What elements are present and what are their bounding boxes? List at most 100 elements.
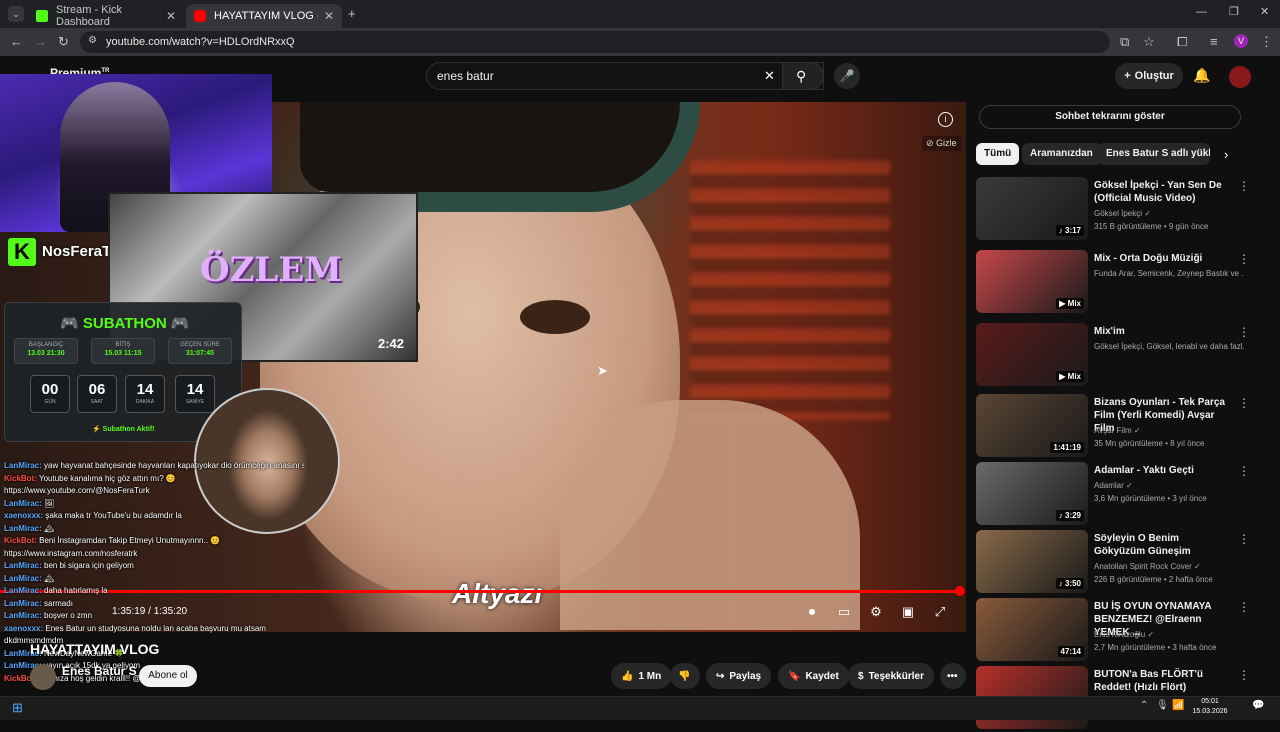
- chat-username: LanMirac:: [4, 598, 42, 608]
- like-button[interactable]: 👍 1 Mn: [611, 663, 672, 689]
- video-thumbnail[interactable]: ♪ 3:29: [976, 462, 1088, 525]
- bookmark-star-icon[interactable]: ☆: [1143, 35, 1155, 48]
- autoplay-toggle-icon[interactable]: ⏺: [802, 604, 822, 620]
- minimize-icon[interactable]: —: [1196, 7, 1207, 18]
- progress-scrubber[interactable]: [955, 586, 965, 596]
- tab-youtube-video[interactable]: HAYATTAYIM VLOG - YouTu ✕: [186, 4, 342, 28]
- window-close-icon[interactable]: ✕: [1260, 7, 1269, 18]
- video-thumbnail[interactable]: ▶ Mix: [976, 250, 1088, 313]
- reload-icon[interactable]: ↻: [58, 35, 69, 48]
- tab-kick-dashboard[interactable]: Stream - Kick Dashboard ✕: [28, 4, 184, 28]
- tab-close-icon[interactable]: ✕: [166, 9, 176, 23]
- share-button[interactable]: ↪ Paylaş: [706, 663, 772, 689]
- chat-message: LanMirac: 🖼: [4, 498, 304, 511]
- recommended-video[interactable]: 47:14 BU İŞ OYUN OYNAMAYA BENZEMEZ! @Elra…: [976, 598, 1256, 664]
- more-options-icon[interactable]: ⋮: [1238, 532, 1250, 546]
- more-options-icon[interactable]: ⋮: [1238, 600, 1250, 614]
- elapsed-box: GEÇEN SÜRE 31:07:45: [168, 338, 232, 364]
- recommended-video[interactable]: ♪ 3:50 Söyleyin O Benim Gökyüzüm Güneşim A…: [976, 530, 1256, 596]
- more-actions-button[interactable]: •••: [940, 663, 966, 689]
- channel-name[interactable]: Enis Kirazoğlu ✓: [1094, 630, 1244, 639]
- chat-message: LanMirac: 🏔: [4, 523, 304, 536]
- video-meta: 226 B görüntüleme • 2 hafta önce: [1094, 575, 1213, 584]
- site-info-icon[interactable]: ⚙: [88, 36, 97, 46]
- dislike-button[interactable]: 👎: [670, 663, 700, 689]
- channel-name[interactable]: Funda Arar, Semicenk, Zeynep Bastık ve .…: [1094, 269, 1244, 278]
- miniplayer-icon[interactable]: ▣: [898, 604, 918, 620]
- voice-search-icon[interactable]: 🎤: [834, 63, 860, 89]
- recommended-video[interactable]: ▶ Mix Mix'im Göksel İpekçi, Göksel, lenabl…: [976, 323, 1256, 389]
- video-title[interactable]: Göksel İpekçi - Yan Sen De (Official Mus…: [1094, 179, 1226, 205]
- video-thumbnail[interactable]: ♪ 3:17: [976, 177, 1088, 240]
- chip-all[interactable]: Tümü: [976, 143, 1020, 165]
- recommended-video[interactable]: 1:41:19 Bizans Oyunları - Tek Parça Film …: [976, 394, 1256, 460]
- wifi-icon[interactable]: 📶: [1172, 701, 1184, 711]
- more-options-icon[interactable]: ⋮: [1238, 325, 1250, 339]
- video-thumbnail[interactable]: ♪ 3:50: [976, 530, 1088, 593]
- settings-gear-icon[interactable]: ⚙: [866, 604, 886, 620]
- video-thumbnail[interactable]: 47:14: [976, 598, 1088, 661]
- address-bar[interactable]: ⚙ youtube.com/watch?v=HDLOrdNRxxQ: [80, 31, 1110, 53]
- chat-message: LanMirac: yaw hayvanat bahçesinde hayvan…: [4, 460, 304, 473]
- subscribe-button[interactable]: Abone ol: [139, 665, 197, 687]
- system-clock[interactable]: 05:01 15.03.2026: [1190, 697, 1230, 717]
- video-thumbnail[interactable]: 1:41:19: [976, 394, 1088, 457]
- chat-message: LanMirac: ben bi sigara için geliyom: [4, 560, 304, 573]
- video-title[interactable]: BUTON'a Bas FLÖRT'ü Reddet! (Hızlı Flört…: [1094, 668, 1226, 694]
- more-options-icon[interactable]: ⋮: [1238, 179, 1250, 193]
- microphone-tray-icon[interactable]: 🎙: [1156, 701, 1169, 711]
- channel-name[interactable]: Göksel İpekçi ✓: [1094, 209, 1244, 218]
- recommended-video[interactable]: ▶ Mix Mix - Orta Doğu Müziği Funda Arar, S…: [976, 250, 1256, 316]
- fullscreen-icon[interactable]: ⤢: [930, 604, 950, 620]
- chip-from-search[interactable]: Aramanızdan: [1022, 143, 1101, 165]
- more-options-icon[interactable]: ⋮: [1238, 464, 1250, 478]
- tray-chevron-icon[interactable]: ⌃: [1140, 701, 1148, 711]
- bookmark-icon: 🔖: [788, 670, 801, 682]
- video-title[interactable]: Mix'im: [1094, 325, 1226, 338]
- create-button[interactable]: + Oluştur: [1115, 63, 1183, 89]
- channel-name[interactable]: Avşar Film ✓: [1094, 426, 1244, 435]
- notifications-bell-icon[interactable]: 🔔: [1193, 68, 1210, 82]
- tab-search-button[interactable]: ⌄: [8, 6, 24, 22]
- media-control-icon[interactable]: ≡: [1210, 35, 1218, 48]
- search-button[interactable]: ⚲: [782, 62, 824, 90]
- extensions-icon[interactable]: ⧠: [1177, 35, 1187, 48]
- clear-search-icon[interactable]: ✕: [764, 69, 775, 82]
- restore-icon[interactable]: ❐: [1229, 7, 1239, 18]
- browser-menu-icon[interactable]: ⋮: [1260, 35, 1273, 48]
- video-thumbnail[interactable]: ▶ Mix: [976, 323, 1088, 386]
- notification-center-icon[interactable]: 💬: [1252, 701, 1264, 711]
- more-options-icon[interactable]: ⋮: [1238, 252, 1250, 266]
- recommended-video[interactable]: ♪ 3:29 Adamlar - Yaktı Geçti Adamlar ✓ 3,6 …: [976, 462, 1256, 528]
- chevron-right-icon[interactable]: ›: [1224, 148, 1228, 161]
- cast-icon[interactable]: ⧉: [1120, 35, 1129, 48]
- info-icon[interactable]: i: [938, 112, 953, 127]
- video-title[interactable]: Adamlar - Yaktı Geçti: [1094, 464, 1226, 477]
- more-options-icon[interactable]: ⋮: [1238, 668, 1250, 682]
- hide-button[interactable]: ⊘ Gizle: [922, 136, 961, 151]
- channel-name[interactable]: Enes Batur S: [62, 664, 137, 678]
- countdown-unit: DAKİKA: [135, 399, 155, 405]
- chip-from-channel[interactable]: Enes Batur S adlı yükley: [1098, 143, 1210, 165]
- new-tab-icon[interactable]: +: [348, 7, 356, 20]
- video-title[interactable]: Mix - Orta Doğu Müziği: [1094, 252, 1226, 265]
- video-title[interactable]: Söyleyin O Benim Gökyüzüm Güneşim: [1094, 532, 1226, 558]
- chat-text: Enes Batur un studyosuna noldu lan acaba…: [43, 623, 266, 633]
- forward-icon[interactable]: →: [34, 35, 47, 48]
- recommended-video[interactable]: ♪ 3:17 Göksel İpekçi - Yan Sen De (Offici…: [976, 177, 1256, 243]
- thanks-button[interactable]: $ Teşekkürler: [848, 663, 934, 689]
- back-icon[interactable]: ←: [10, 35, 23, 48]
- channel-name[interactable]: Adamlar ✓: [1094, 481, 1244, 490]
- subtitles-icon[interactable]: ▭: [834, 604, 854, 620]
- save-button[interactable]: 🔖 Kaydet: [778, 663, 849, 689]
- profile-avatar[interactable]: V: [1234, 34, 1248, 48]
- start-box: BAŞLANGIÇ 13.03 21:30: [14, 338, 78, 364]
- channel-name[interactable]: Anatolian Spirit Rock Cover ✓: [1094, 562, 1244, 571]
- tab-close-icon[interactable]: ✕: [324, 9, 334, 23]
- account-avatar[interactable]: [1229, 66, 1251, 88]
- windows-start-icon[interactable]: ⊞: [12, 701, 23, 714]
- channel-avatar[interactable]: [30, 664, 56, 690]
- show-chat-replay-button[interactable]: Sohbet tekrarını göster: [979, 105, 1241, 129]
- more-options-icon[interactable]: ⋮: [1238, 396, 1250, 410]
- channel-name[interactable]: Göksel İpekçi, Göksel, lenabl ve daha fa…: [1094, 342, 1244, 351]
